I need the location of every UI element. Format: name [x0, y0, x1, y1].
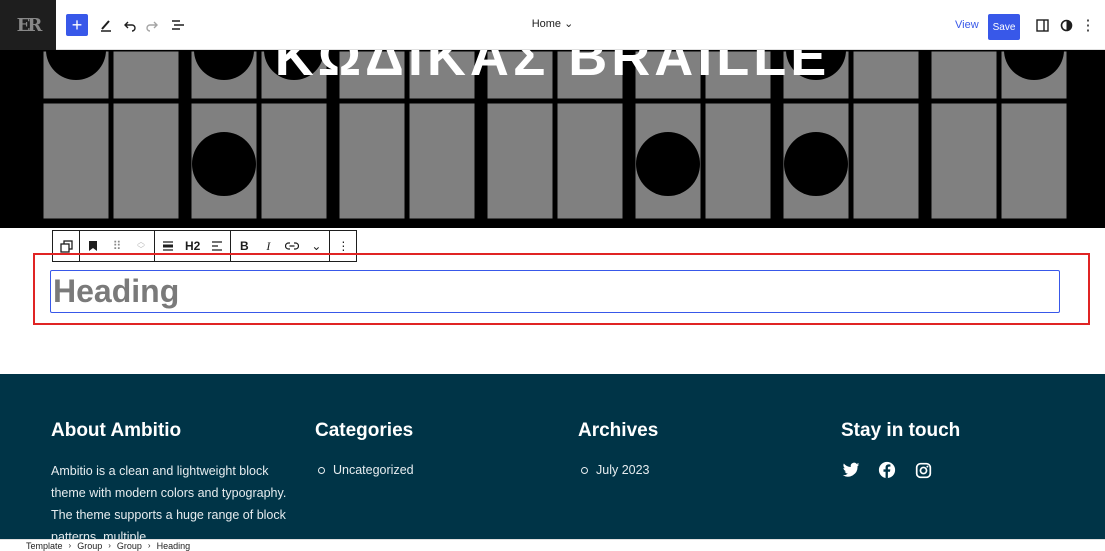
text-align-icon [212, 241, 223, 251]
block-align-button[interactable] [161, 240, 175, 252]
archives-list: July 2023 [581, 463, 650, 477]
breadcrumb-heading: Heading [156, 540, 191, 551]
drag-handle[interactable]: ⠿ [110, 239, 124, 253]
footer-categories-title: Categories [315, 420, 414, 441]
footer-about-column: About Ambitio [51, 420, 181, 442]
breadcrumb-separator-icon: › [108, 541, 111, 550]
heading-placeholder: Heading [53, 273, 180, 309]
parent-block-icon [59, 239, 73, 253]
more-options-icon: ⋮ [337, 239, 350, 253]
add-block-button[interactable]: + [66, 14, 88, 36]
redo-icon [146, 21, 158, 32]
link-icon [285, 242, 300, 250]
instagram-link[interactable] [913, 460, 933, 480]
bold-button[interactable]: B [237, 239, 251, 253]
edit-tool-icon [101, 20, 111, 32]
link-button[interactable] [285, 241, 300, 251]
chevron-down-icon: ⌄ [564, 18, 574, 30]
styles-button[interactable] [1054, 13, 1078, 37]
settings-panel-icon [1035, 18, 1049, 32]
save-button[interactable]: Save [988, 14, 1020, 40]
more-options-icon: ⋮ [1080, 17, 1096, 34]
facebook-link[interactable] [877, 460, 897, 480]
site-footer: About Ambitio Ambitio is a clean and lig… [0, 374, 1105, 539]
hero-title: ΚΩΔΙΚΑΣ BRAILLE [274, 50, 831, 87]
footer-contact-title: Stay in touch [841, 420, 961, 441]
document-title-text: Home [531, 18, 562, 30]
align-icon [163, 241, 173, 251]
block-options-button[interactable]: ⋮ [336, 239, 350, 253]
footer-categories-column: Categories [315, 420, 413, 442]
edit-tool-button[interactable] [94, 13, 118, 37]
settings-panel-button[interactable] [1030, 13, 1054, 37]
chevron-down-icon: ⌄ [311, 239, 322, 253]
heading-block[interactable]: Heading [50, 270, 1060, 313]
add-icon: + [71, 14, 83, 35]
footer-archives-title: Archives [578, 420, 659, 441]
select-parent-button[interactable] [59, 239, 73, 253]
bullet-icon [581, 467, 588, 475]
view-button[interactable]: View [955, 19, 979, 31]
social-links [841, 460, 933, 480]
instagram-icon [915, 462, 931, 478]
drag-icon: ⠿ [112, 239, 122, 253]
twitter-icon [842, 462, 860, 477]
heading-level-button[interactable]: H2 [185, 239, 200, 253]
editor-topbar: ER + Home ⌄ View Save ⋮ [0, 0, 1105, 50]
breadcrumb-separator-icon: › [68, 541, 72, 550]
block-type-button[interactable] [86, 240, 100, 252]
categories-list: Uncategorized [318, 463, 414, 477]
document-title-button[interactable]: Home ⌄ [532, 18, 574, 30]
breadcrumb-template[interactable]: Template [26, 541, 63, 551]
block-breadcrumb: Template › Group › Group › Heading [0, 539, 1105, 551]
footer-archives-column: Archives [578, 420, 658, 442]
breadcrumb-group[interactable]: Group [77, 541, 102, 551]
list-view-icon [172, 20, 184, 30]
category-link[interactable]: Uncategorized [333, 463, 414, 477]
twitter-link[interactable] [841, 460, 861, 480]
bookmark-icon [89, 241, 97, 251]
more-formats-button[interactable]: ⌄ [309, 239, 323, 253]
italic-button[interactable]: I [261, 239, 275, 254]
text-align-button[interactable] [210, 240, 224, 252]
braille-cover-image[interactable]: ΚΩΔΙΚΑΣ BRAILLE [0, 50, 1105, 228]
site-logo-button[interactable]: ER [0, 0, 56, 50]
styles-icon [1060, 19, 1072, 31]
undo-button[interactable] [118, 13, 142, 37]
facebook-icon [878, 461, 896, 479]
list-view-button[interactable] [166, 13, 190, 37]
footer-contact-column: Stay in touch [841, 420, 960, 442]
breadcrumb-group-inner[interactable]: Group [117, 541, 142, 551]
undo-icon [124, 21, 136, 32]
footer-about-text: Ambitio is a clean and lightweight block… [51, 464, 287, 539]
breadcrumb-separator-icon: › [147, 541, 151, 550]
redo-button[interactable] [140, 13, 164, 37]
options-button[interactable]: ⋮ [1076, 13, 1100, 37]
bullet-icon [318, 467, 325, 475]
footer-about-title: About Ambitio [51, 420, 182, 441]
archive-link[interactable]: July 2023 [596, 463, 650, 477]
move-up-down-button[interactable]: ︿ ﹀ [134, 238, 148, 254]
site-logo-text: ER [16, 14, 43, 36]
